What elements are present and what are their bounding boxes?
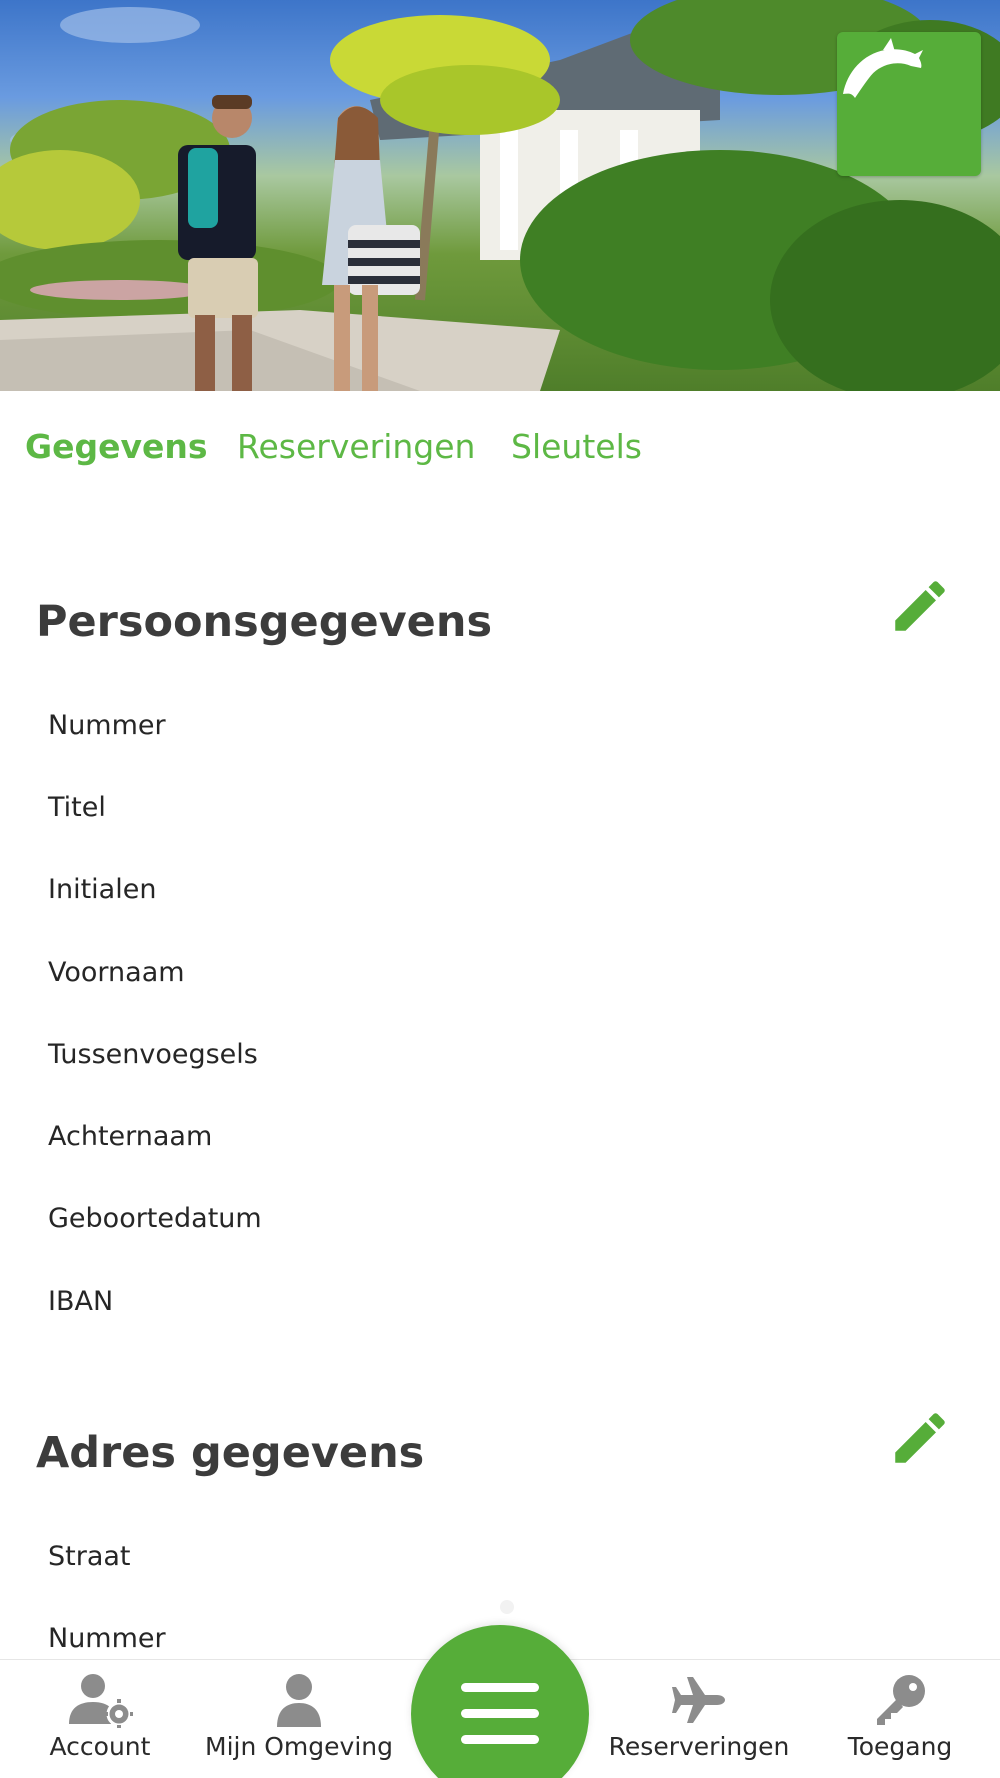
field-label-initialen: Initialen <box>48 874 157 905</box>
user-gear-icon <box>67 1670 133 1730</box>
field-label-straat: Straat <box>48 1541 131 1572</box>
scroll-indicator-dot <box>500 1600 514 1614</box>
brand-logo[interactable] <box>837 32 981 176</box>
field-label-iban: IBAN <box>48 1286 114 1317</box>
nav-mijn-omgeving[interactable]: Mijn Omgeving <box>199 1660 399 1778</box>
tab-bar: Gegevens Reserveringen Sleutels <box>0 391 1000 511</box>
nav-account[interactable]: Account <box>30 1660 170 1778</box>
field-label-voornaam: Voornaam <box>48 957 185 988</box>
airplane-icon <box>671 1670 727 1730</box>
field-label-achternaam: Achternaam <box>48 1121 213 1152</box>
field-label-geboortedatum: Geboortedatum <box>48 1203 262 1234</box>
pencil-icon <box>895 581 945 631</box>
hero-photo <box>0 0 1000 391</box>
user-icon <box>276 1670 322 1730</box>
main-menu-button[interactable] <box>411 1625 589 1778</box>
field-label-huisnummer: Nummer <box>48 1623 166 1654</box>
section-title-address: Adres gegevens <box>36 1428 425 1478</box>
pencil-icon <box>895 1413 945 1463</box>
field-label-nummer: Nummer <box>48 710 166 741</box>
section-title-personal: Persoonsgegevens <box>36 597 493 647</box>
nav-account-label: Account <box>49 1732 151 1761</box>
tab-reserveringen[interactable]: Reserveringen <box>237 427 475 466</box>
tab-gegevens[interactable]: Gegevens <box>25 427 208 466</box>
nav-mijn-omgeving-label: Mijn Omgeving <box>205 1732 393 1761</box>
tab-sleutels[interactable]: Sleutels <box>511 427 642 466</box>
field-label-tussenvoegsels: Tussenvoegsels <box>48 1039 258 1070</box>
edit-personal-button[interactable] <box>884 570 956 642</box>
hamburger-menu-icon <box>461 1683 539 1744</box>
key-icon <box>873 1670 927 1730</box>
nav-toegang[interactable]: Toegang <box>835 1660 965 1778</box>
nav-toegang-label: Toegang <box>847 1732 953 1761</box>
dolphin-icon <box>843 38 923 98</box>
nav-reserveringen-label: Reserveringen <box>608 1732 790 1761</box>
nav-reserveringen[interactable]: Reserveringen <box>599 1660 799 1778</box>
field-label-titel: Titel <box>48 792 106 823</box>
edit-address-button[interactable] <box>884 1402 956 1474</box>
